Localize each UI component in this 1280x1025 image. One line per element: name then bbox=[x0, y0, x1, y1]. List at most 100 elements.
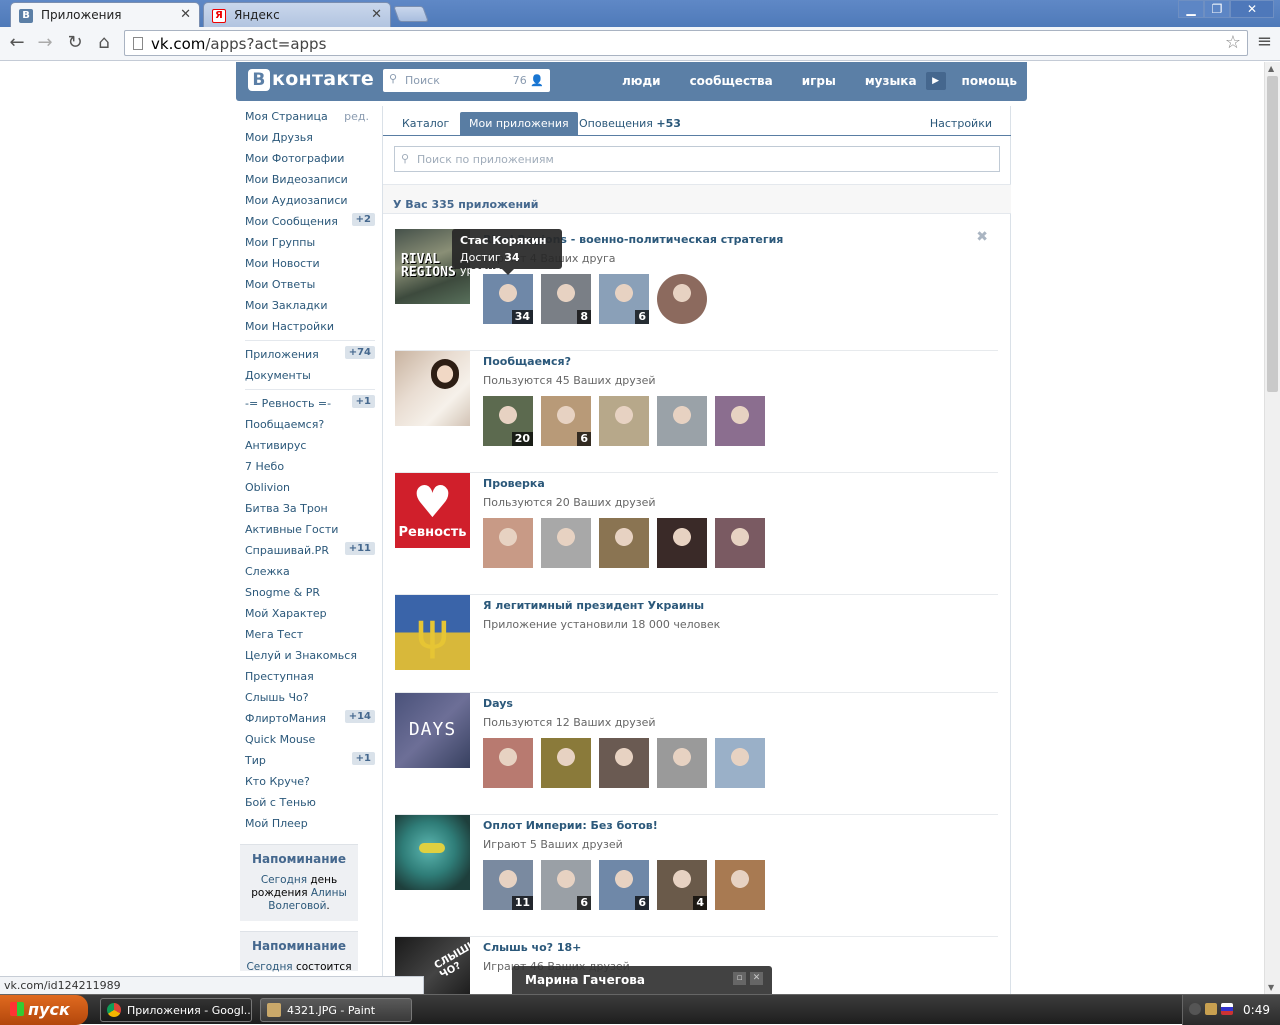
tray-arrow-icon[interactable] bbox=[1189, 1003, 1201, 1015]
reminder-today-link[interactable]: Сегодня bbox=[261, 874, 307, 886]
sidebar-item[interactable]: Мои Сообщения +2 bbox=[239, 211, 379, 232]
sidebar-item[interactable]: Слышь Чо? bbox=[239, 687, 379, 708]
sidebar-item[interactable]: Спрашивай.PR +11 bbox=[239, 540, 379, 561]
friend-avatar[interactable]: 6 bbox=[541, 860, 591, 910]
sidebar-item[interactable]: Мои Фотографии bbox=[239, 148, 379, 169]
sidebar-item[interactable]: Активные Гости bbox=[239, 519, 379, 540]
heart-icon[interactable]: ♥ Ревность bbox=[395, 473, 470, 548]
friend-avatar[interactable] bbox=[715, 860, 765, 910]
sidebar-item[interactable]: Мои Новости bbox=[239, 253, 379, 274]
friend-avatar[interactable]: 8 bbox=[541, 274, 591, 324]
chat-close-icon[interactable]: ✕ bbox=[750, 972, 763, 985]
start-button[interactable]: пуск bbox=[0, 995, 88, 1025]
friend-avatar[interactable] bbox=[657, 738, 707, 788]
friend-avatar[interactable] bbox=[599, 738, 649, 788]
music-play-icon[interactable]: ▶ bbox=[925, 72, 946, 90]
sidebar-item[interactable]: 7 Небо bbox=[239, 456, 379, 477]
home-icon[interactable]: ⌂ bbox=[93, 32, 115, 53]
nav-communities[interactable]: сообщества bbox=[690, 74, 773, 90]
sidebar-item[interactable]: Пообщаемся? bbox=[239, 414, 379, 435]
friend-avatar[interactable]: 34 bbox=[483, 274, 533, 324]
sidebar-item[interactable]: Приложения +74 bbox=[239, 344, 379, 365]
sidebar-item[interactable]: Мои Группы bbox=[239, 232, 379, 253]
new-tab-button[interactable] bbox=[393, 6, 429, 22]
friend-avatar[interactable] bbox=[599, 518, 649, 568]
sidebar-item[interactable]: Мои Ответы bbox=[239, 274, 379, 295]
reminder-today-link[interactable]: Сегодня bbox=[246, 961, 292, 973]
scroll-up-icon[interactable]: ▲ bbox=[1268, 64, 1274, 73]
sidebar-item[interactable]: Мега Тест bbox=[239, 624, 379, 645]
back-arrow-icon[interactable]: ← bbox=[6, 32, 28, 53]
nav-help[interactable]: помощь bbox=[962, 74, 1017, 90]
friend-avatar[interactable] bbox=[657, 518, 707, 568]
sidebar-item[interactable]: Snogme & PR bbox=[239, 582, 379, 603]
sidebar-item[interactable]: Моя Страница ред. bbox=[239, 106, 379, 127]
orc-icon[interactable] bbox=[395, 815, 470, 890]
friend-avatar[interactable]: 6 bbox=[599, 274, 649, 324]
friend-avatar[interactable] bbox=[715, 396, 765, 446]
trident-icon[interactable]: ψ bbox=[395, 595, 470, 670]
scroll-thumb[interactable] bbox=[1267, 76, 1278, 392]
sidebar-item[interactable]: Бой с Тенью bbox=[239, 792, 379, 813]
friend-avatar[interactable] bbox=[657, 274, 707, 324]
close-icon[interactable]: ✕ bbox=[1230, 0, 1274, 18]
chat-bar[interactable]: Марина Гачегова ▫ ✕ bbox=[512, 966, 772, 994]
friend-avatar[interactable] bbox=[483, 738, 533, 788]
app-search-input[interactable]: ⚲ Поиск по приложениям bbox=[394, 146, 1000, 172]
friend-avatar[interactable]: 6 bbox=[541, 396, 591, 446]
tab-vk-apps[interactable]: В Приложения ✕ bbox=[10, 2, 200, 27]
sidebar-item[interactable]: Мои Закладки bbox=[239, 295, 379, 316]
browser-menu-icon[interactable]: ≡ bbox=[1257, 31, 1272, 52]
sidebar-item[interactable]: Мой Плеер bbox=[239, 813, 379, 834]
days-icon[interactable]: DAYS bbox=[395, 693, 470, 768]
sidebar-item[interactable]: Целуй и Знакомься bbox=[239, 645, 379, 666]
sidebar-item[interactable]: Мой Характер bbox=[239, 603, 379, 624]
taskbar-paint[interactable]: 4321.JPG - Paint bbox=[260, 998, 412, 1022]
tab-yandex[interactable]: Я Яндекс ✕ bbox=[203, 2, 391, 27]
tab-catalog[interactable]: Каталог bbox=[393, 112, 458, 135]
vk-search-input[interactable]: ⚲ Поиск 76 👤 bbox=[383, 69, 550, 92]
scroll-down-icon[interactable]: ▼ bbox=[1268, 983, 1274, 992]
chat-expand-icon[interactable]: ▫ bbox=[733, 972, 746, 985]
minimize-icon[interactable]: ▁ bbox=[1178, 0, 1204, 18]
tab-notifications[interactable]: Оповещения +53 bbox=[570, 112, 690, 135]
vk-logo[interactable]: Вконтакте bbox=[248, 68, 374, 91]
tab-my-apps[interactable]: Мои приложения bbox=[460, 112, 578, 135]
tab-settings[interactable]: Настройки bbox=[921, 112, 1001, 135]
app-title-link[interactable]: Слышь чо? 18+ bbox=[483, 941, 581, 954]
app-title-link[interactable]: Days bbox=[483, 697, 513, 710]
friend-avatar[interactable] bbox=[657, 396, 707, 446]
sidebar-item[interactable]: Мои Настройки bbox=[239, 316, 379, 337]
sidebar-item[interactable]: Мои Друзья bbox=[239, 127, 379, 148]
sidebar-item[interactable]: ФлиртоМания +14 bbox=[239, 708, 379, 729]
tray-app-icon[interactable] bbox=[1205, 1003, 1217, 1015]
taskbar-chrome[interactable]: Приложения - Googl... bbox=[100, 998, 252, 1022]
app-title-link[interactable]: Пообщаемся? bbox=[483, 355, 571, 368]
sidebar-item[interactable]: Quick Mouse bbox=[239, 729, 379, 750]
edit-link[interactable]: ред. bbox=[344, 110, 369, 123]
app-title-link[interactable]: Проверка bbox=[483, 477, 545, 490]
friend-avatar[interactable] bbox=[541, 738, 591, 788]
sidebar-item[interactable]: Преступная bbox=[239, 666, 379, 687]
friend-avatar[interactable] bbox=[599, 396, 649, 446]
sidebar-item[interactable]: Мои Аудиозаписи bbox=[239, 190, 379, 211]
app-title-link[interactable]: Я легитимный президент Украины bbox=[483, 599, 704, 612]
app-title-link[interactable]: Оплот Империи: Без ботов! bbox=[483, 819, 658, 832]
friend-avatar[interactable]: 20 bbox=[483, 396, 533, 446]
tab-close-icon[interactable]: ✕ bbox=[180, 7, 191, 22]
friend-avatar[interactable]: 11 bbox=[483, 860, 533, 910]
friend-avatar[interactable]: 4 bbox=[657, 860, 707, 910]
friend-avatar[interactable] bbox=[715, 518, 765, 568]
reload-icon[interactable]: ↻ bbox=[64, 32, 86, 53]
remove-app-icon[interactable]: ✖ bbox=[976, 229, 988, 245]
chat-girl-icon[interactable] bbox=[395, 351, 470, 426]
friend-avatar[interactable] bbox=[715, 738, 765, 788]
sidebar-item[interactable]: Битва За Трон bbox=[239, 498, 379, 519]
sidebar-item[interactable]: -= Ревность =- +1 bbox=[239, 393, 379, 414]
sidebar-item[interactable]: Мои Видеозаписи bbox=[239, 169, 379, 190]
sidebar-item[interactable]: Слежка bbox=[239, 561, 379, 582]
language-flag-icon[interactable] bbox=[1221, 1003, 1233, 1015]
nav-games[interactable]: игры bbox=[802, 74, 836, 90]
bookmark-star-icon[interactable]: ☆ bbox=[1225, 32, 1241, 53]
forward-arrow-icon[interactable]: → bbox=[34, 32, 56, 53]
